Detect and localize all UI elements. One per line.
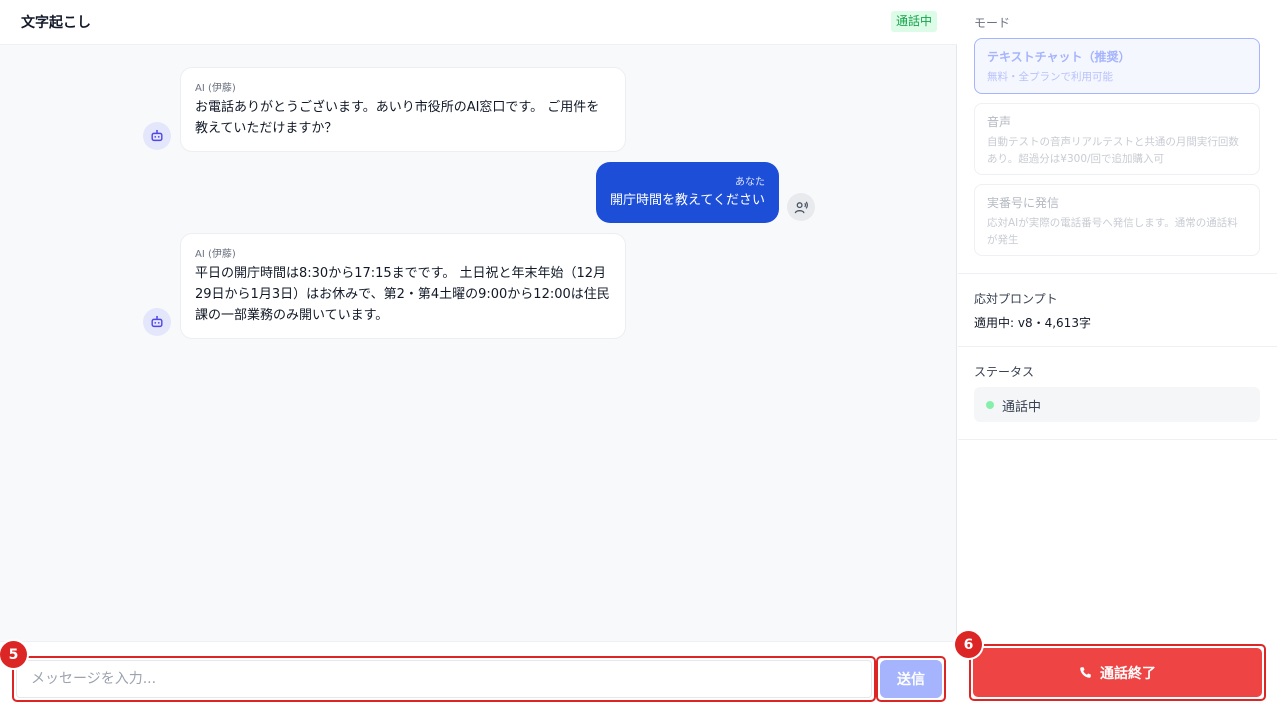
- mode-description: 応対AIが実際の電話番号へ発信します。通常の通話料が発生: [987, 217, 1238, 246]
- message-text: 平日の開庁時間は8:30から17:15までです。 土日祝と年末年始（12月29日…: [195, 266, 610, 323]
- mode-option-voice[interactable]: 音声 自動テストの音声リアルテストと共通の月間実行回数あり。超過分は¥300/回…: [974, 103, 1260, 175]
- transcript-panel: 文字起こし 通話中 AI (伊藤) お電話ありがとうございます。あいり市役所のA…: [0, 0, 957, 712]
- end-call-label: 通話終了: [1100, 665, 1156, 682]
- call-settings-sidebar: モード テキストチャット（推奨） 無料・全プランで利用可能 音声 自動テストの音…: [958, 0, 1277, 712]
- robot-icon: [151, 315, 163, 328]
- section-divider: [958, 346, 1277, 347]
- bot-avatar: [143, 308, 171, 336]
- callout-badge-5: 5: [0, 641, 27, 668]
- mode-section-label: モード: [974, 16, 1011, 30]
- status-section-label: ステータス: [974, 365, 1035, 379]
- mode-description: 自動テストの音声リアルテストと共通の月間実行回数あり。超過分は¥300/回で追加…: [987, 136, 1239, 165]
- section-divider: [958, 439, 1277, 440]
- user-message: あなた 開庁時間を教えてください: [596, 162, 779, 223]
- prompt-version: 適用中: v8・4,613字: [974, 316, 1091, 330]
- mode-option-real-number[interactable]: 実番号に発信 応対AIが実際の電話番号へ発信します。通常の通話料が発生: [974, 184, 1260, 256]
- send-button[interactable]: 送信: [880, 660, 942, 698]
- send-button-highlight: 送信: [876, 656, 946, 702]
- message-sender: AI (伊藤): [195, 83, 236, 94]
- call-status-badge: 通話中: [890, 11, 937, 32]
- call-status: 通話中: [974, 387, 1260, 422]
- message-composer: 送信: [0, 641, 957, 712]
- message-input[interactable]: [16, 660, 872, 698]
- end-call-button-highlight: 通話終了: [969, 644, 1266, 701]
- phone-icon: [1080, 667, 1091, 678]
- mode-title: 実番号に発信: [987, 196, 1060, 210]
- section-divider: [958, 273, 1277, 274]
- bot-avatar: [143, 122, 171, 150]
- transcript-header: 文字起こし 通話中: [0, 0, 957, 45]
- voice-user-icon: [794, 201, 808, 213]
- mode-title: 音声: [987, 115, 1012, 129]
- callout-badge-6: 6: [955, 631, 982, 658]
- page-title: 文字起こし: [21, 15, 91, 31]
- message-input-highlight: [12, 656, 876, 702]
- mode-title: テキストチャット（推奨）: [987, 50, 1131, 64]
- mode-option-text-chat[interactable]: テキストチャット（推奨） 無料・全プランで利用可能: [974, 38, 1260, 94]
- robot-icon: [151, 129, 163, 142]
- prompt-section-label: 応対プロンプト: [974, 292, 1058, 306]
- message-sender: AI (伊藤): [195, 249, 236, 260]
- message-sender: あなた: [735, 177, 765, 188]
- mode-description: 無料・全プランで利用可能: [987, 71, 1113, 83]
- end-call-button[interactable]: 通話終了: [973, 648, 1262, 697]
- status-text: 通話中: [1002, 400, 1042, 415]
- ai-message: AI (伊藤) お電話ありがとうございます。あいり市役所のAI窓口です。 ご用件…: [180, 67, 626, 152]
- message-text: お電話ありがとうございます。あいり市役所のAI窓口です。 ご用件を教えていただけ…: [195, 100, 600, 136]
- ai-message: AI (伊藤) 平日の開庁時間は8:30から17:15までです。 土日祝と年末年…: [180, 233, 626, 339]
- status-dot-icon: [986, 401, 994, 409]
- user-avatar: [787, 193, 815, 221]
- message-text: 開庁時間を教えてください: [610, 193, 765, 208]
